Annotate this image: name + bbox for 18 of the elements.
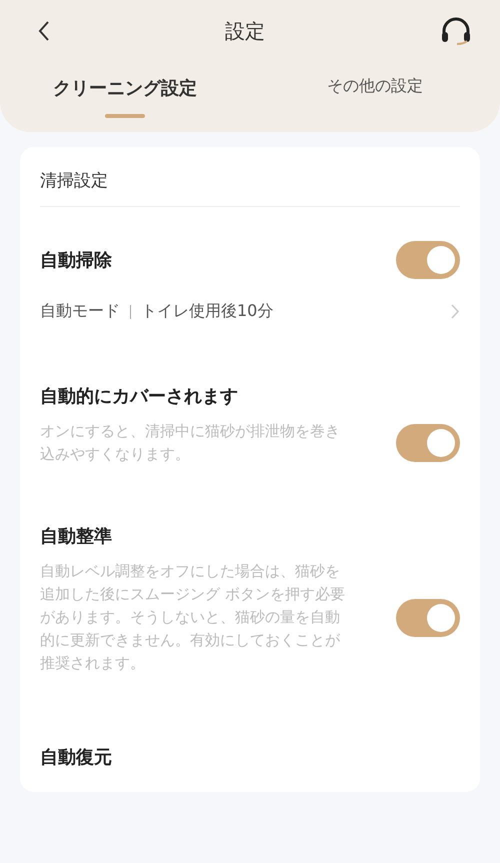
setting-title: 自動復元: [40, 746, 113, 769]
page-title: 設定: [225, 18, 265, 44]
setting-title: 自動掃除: [40, 249, 112, 272]
setting-title: 自動整準: [40, 525, 113, 548]
tab[interactable]: クリーニング設定: [0, 76, 250, 118]
setting-description: オンにすると、清掃中に猫砂が排泄物を巻き込みやすくなります。: [40, 421, 341, 465]
tab[interactable]: その他の設定: [250, 76, 500, 118]
section-title: 清掃設定: [40, 147, 460, 207]
toggle-switch[interactable]: [396, 241, 460, 279]
toggle-switch[interactable]: [396, 598, 460, 636]
back-icon[interactable]: [38, 21, 50, 41]
setting-title: 自動的にカバーされます: [40, 385, 239, 408]
toggle-switch[interactable]: [396, 424, 460, 462]
mode-label[interactable]: 自動モード: [40, 301, 120, 322]
headset-icon[interactable]: [440, 17, 472, 45]
setting-description: 自動レベル調整をオフにした場合は、猫砂を追加した後にスムージング ボタンを押す必要があります。そうしないと、猫砂の量を自動的に更新できません。有効にしておくことが推奨されます。: [40, 561, 346, 674]
chevron-icon[interactable]: [451, 304, 460, 319]
mode-detail[interactable]: トイレ使用後10分: [141, 301, 274, 322]
